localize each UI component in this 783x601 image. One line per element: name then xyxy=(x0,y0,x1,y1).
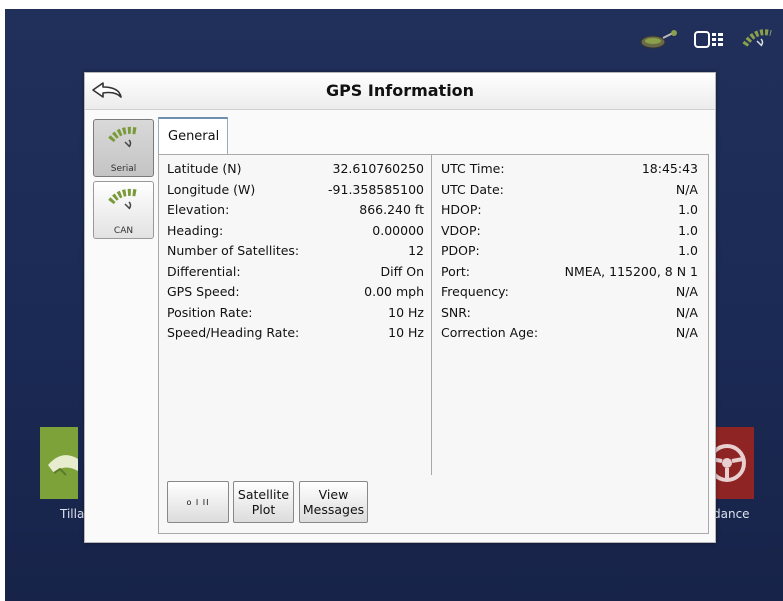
gps-information-dialog: GPS Information Serial CAN General Latit… xyxy=(84,72,716,543)
field-label: Differential: xyxy=(167,263,241,279)
column-divider xyxy=(431,155,432,475)
field-label: Number of Satellites: xyxy=(167,243,300,258)
field-value: Diff On xyxy=(380,263,424,279)
signal-status-label: o I II xyxy=(186,497,210,507)
satellite-plot-button[interactable]: Satellite Plot xyxy=(233,481,294,523)
top-border xyxy=(0,0,783,9)
field-label: Frequency: xyxy=(441,284,509,299)
field-value: 32.610760250 xyxy=(332,161,424,176)
guidance-tile-label: dance xyxy=(713,507,750,521)
field-label: PDOP: xyxy=(441,243,480,258)
info-row: UTC Time: 18:45:43 xyxy=(441,161,698,182)
dialog-title: GPS Information xyxy=(325,81,475,100)
info-row: PDOP: 1.0 xyxy=(441,243,698,264)
info-row: Frequency: N/A xyxy=(441,284,698,305)
satellite-signal-icon[interactable] xyxy=(739,27,779,53)
tab-general[interactable]: General xyxy=(158,117,228,155)
field-value: 18:45:43 xyxy=(641,161,698,176)
field-label: GPS Speed: xyxy=(167,284,240,299)
info-row: Elevation: 866.240 ft xyxy=(167,202,424,223)
info-row: UTC Date: N/A xyxy=(441,182,698,203)
sidebar-item-label: CAN xyxy=(113,226,134,236)
sidebar-item-can[interactable]: CAN xyxy=(93,181,154,239)
field-value: 1.0 xyxy=(678,202,698,217)
info-row: Heading: 0.00000 xyxy=(167,223,424,244)
field-label: SNR: xyxy=(441,304,471,320)
info-row: VDOP: 1.0 xyxy=(441,223,698,244)
satellite-plot-label: Satellite xyxy=(237,487,290,502)
field-value: 10 Hz xyxy=(388,325,424,340)
field-label: VDOP: xyxy=(441,222,481,238)
sidebar-item-serial[interactable]: Serial xyxy=(93,119,154,177)
field-value: 1.0 xyxy=(678,222,698,238)
info-row: Latitude (N) 32.610760250 xyxy=(167,161,424,182)
field-value: N/A xyxy=(675,181,698,197)
info-row: Correction Age: N/A xyxy=(441,325,698,346)
dialog-header: GPS Information xyxy=(85,73,715,110)
field-label: Elevation: xyxy=(167,202,230,217)
info-row: HDOP: 1.0 xyxy=(441,202,698,223)
view-messages-label: View xyxy=(318,487,349,502)
field-value: 0.00000 xyxy=(372,222,424,238)
tillage-icon xyxy=(48,455,78,476)
field-label: UTC Time: xyxy=(441,161,505,176)
field-label: HDOP: xyxy=(441,202,482,217)
guidance-app-tile[interactable] xyxy=(708,427,754,499)
field-label: Correction Age: xyxy=(441,325,539,340)
field-label: Position Rate: xyxy=(167,304,253,320)
field-value: N/A xyxy=(675,325,698,340)
info-row: GPS Speed: 0.00 mph xyxy=(167,284,424,305)
gps-antenna-icon[interactable] xyxy=(639,27,679,53)
field-label: Longitude (W) xyxy=(167,181,256,197)
field-value: 10 Hz xyxy=(388,304,424,320)
signal-status-button[interactable]: o I II xyxy=(167,481,229,523)
field-label: Speed/Heading Rate: xyxy=(167,325,300,340)
info-row: Position Rate: 10 Hz xyxy=(167,305,424,326)
field-label: Heading: xyxy=(167,222,224,238)
field-value: N/A xyxy=(675,284,698,299)
steering-wheel-icon xyxy=(708,444,746,482)
sidebar-item-label: Serial xyxy=(110,164,137,174)
tillage-app-tile[interactable] xyxy=(40,427,78,499)
satellite-icon xyxy=(108,188,137,210)
info-row: Number of Satellites: 12 xyxy=(167,243,424,264)
field-value: 1.0 xyxy=(678,243,698,258)
info-row: Longitude (W) -91.358585100 xyxy=(167,182,424,203)
field-label: Latitude (N) xyxy=(167,161,242,176)
info-row: Differential: Diff On xyxy=(167,264,424,285)
satellite-icon xyxy=(108,126,137,148)
view-messages-button[interactable]: View Messages xyxy=(299,481,368,523)
view-messages-label-line2: Messages xyxy=(302,502,365,517)
field-value: -91.358585100 xyxy=(328,181,424,197)
field-value: 866.240 ft xyxy=(359,202,424,217)
field-value: 12 xyxy=(408,243,424,258)
info-row: Port: NMEA, 115200, 8 N 1 xyxy=(441,264,698,285)
status-bar xyxy=(639,27,779,53)
info-row: Speed/Heading Rate: 10 Hz xyxy=(167,325,424,346)
field-value: 0.00 mph xyxy=(364,284,424,299)
field-value: NMEA, 115200, 8 N 1 xyxy=(564,263,698,279)
display-module-icon[interactable] xyxy=(689,27,729,53)
tillage-tile-label: Tilla xyxy=(60,507,85,521)
field-value: N/A xyxy=(675,304,698,320)
field-label: UTC Date: xyxy=(441,181,504,197)
info-row: SNR: N/A xyxy=(441,305,698,326)
time-info-column: UTC Time: 18:45:43 UTC Date: N/A HDOP: 1.0 … xyxy=(441,161,698,346)
field-label: Port: xyxy=(441,263,470,279)
position-info-column: Latitude (N) 32.610760250 Longitude (W) -9… xyxy=(167,161,424,346)
satellite-plot-label-line2: Plot xyxy=(251,502,276,517)
general-panel: Latitude (N) 32.610760250 Longitude (W) -9… xyxy=(158,154,709,534)
